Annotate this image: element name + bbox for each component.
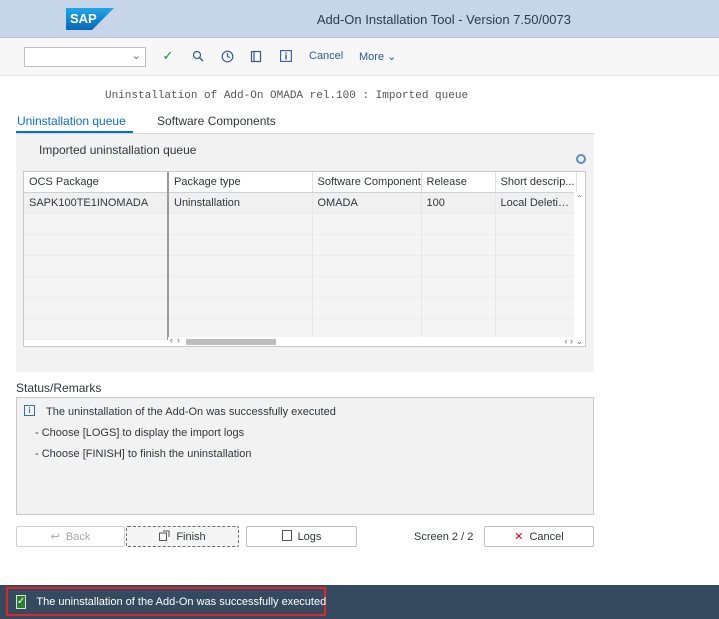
panel-title: Imported uninstallation queue — [39, 143, 197, 157]
info-icon: i — [24, 405, 35, 416]
more-menu-button[interactable]: More ⌄ — [359, 50, 396, 63]
more-menu-label: More — [359, 51, 385, 63]
cell-software-component: OMADA — [312, 192, 422, 214]
table-row — [24, 318, 577, 340]
scroll-up-icon[interactable]: ⌃ — [576, 194, 583, 203]
back-button[interactable]: ↩ Back — [16, 526, 125, 547]
command-field[interactable]: ⌄ — [24, 47, 146, 67]
column-header[interactable]: OCS Package — [24, 172, 169, 193]
column-header[interactable]: Release — [421, 172, 496, 193]
status-line: - Choose [LOGS] to display the import lo… — [35, 427, 245, 439]
scroll-left-icon[interactable]: ‹ — [170, 335, 173, 345]
finish-icon — [159, 530, 170, 544]
screen-indicator: Screen 2 / 2 — [414, 531, 474, 543]
scrollbar-thumb[interactable] — [186, 339, 276, 345]
cell-ocs-package: SAPK100TE1INOMADA — [24, 192, 169, 214]
sap-logo-text: SAP — [70, 11, 97, 26]
info-icon[interactable] — [278, 48, 294, 64]
chevron-down-icon: ⌄ — [387, 51, 397, 63]
status-box: i The uninstallation of the Add-On was s… — [16, 397, 594, 515]
table-row — [24, 297, 577, 319]
tab-uninstallation-queue[interactable]: Uninstallation queue — [17, 114, 126, 128]
table-row — [24, 234, 577, 256]
cell-package-type: Uninstallation — [168, 192, 313, 214]
scroll-down-icon[interactable]: ⌄ — [576, 337, 583, 346]
table-row — [24, 276, 577, 298]
cancel-button-label: Cancel — [529, 530, 564, 543]
title-bar: SAP Add-On Installation Tool - Version 7… — [0, 0, 719, 38]
status-line: - Choose [FINISH] to finish the uninstal… — [35, 448, 252, 460]
scroll-right-icon[interactable]: › — [177, 335, 180, 345]
clock-icon[interactable] — [219, 48, 235, 64]
success-check-icon: ✓ — [16, 594, 27, 609]
toolbar-cancel-button[interactable]: Cancel — [309, 50, 343, 62]
back-icon: ↩ — [50, 531, 60, 543]
checkmark-icon[interactable]: ✓ — [160, 48, 176, 64]
finish-button[interactable]: Finish — [126, 526, 239, 547]
horizontal-scroll-arrows-icon[interactable]: ‹ › — [565, 336, 574, 346]
column-header[interactable]: Package type — [168, 172, 313, 193]
horizontal-scrollbar[interactable]: ‹ › — [168, 335, 576, 346]
gear-icon[interactable] — [576, 154, 586, 164]
cancel-button[interactable]: ✕ Cancel — [484, 526, 594, 547]
queue-panel: Imported uninstallation queue OCS Packag… — [16, 134, 594, 372]
logs-button[interactable]: Logs — [246, 526, 357, 547]
finish-button-label: Finish — [176, 530, 206, 543]
vertical-scrollbar[interactable]: ⌃ ⌄ — [574, 192, 585, 346]
tab-software-components[interactable]: Software Components — [157, 114, 276, 128]
queue-table: OCS Package Package type Software Compon… — [23, 171, 586, 347]
close-icon: ✕ — [514, 531, 524, 543]
status-line: The uninstallation of the Add-On was suc… — [46, 406, 336, 418]
window-title: Add-On Installation Tool - Version 7.50/… — [316, 12, 571, 27]
zoom-icon[interactable] — [190, 48, 206, 64]
page-title: Uninstallation of Add-On OMADA rel.100 :… — [105, 90, 469, 102]
table-header-row: OCS Package Package type Software Compon… — [24, 172, 577, 193]
back-button-label: Back — [65, 530, 91, 543]
document-icon — [281, 529, 292, 544]
book-icon[interactable] — [248, 48, 264, 64]
status-remarks-label: Status/Remarks — [16, 381, 102, 395]
chevron-down-icon[interactable]: ⌄ — [132, 49, 141, 62]
column-header[interactable]: Short descrip... — [495, 172, 577, 193]
success-message[interactable]: ✓ The uninstallation of the Add-On was s… — [6, 587, 326, 616]
table-row — [24, 213, 577, 235]
column-header[interactable]: Software Component — [312, 172, 422, 193]
toolbar: ⌄ ✓ Cancel More ⌄ — [0, 38, 719, 76]
cell-release: 100 — [421, 192, 496, 214]
logs-button-label: Logs — [297, 530, 322, 543]
table-row[interactable]: SAPK100TE1INOMADA Uninstallation OMADA 1… — [24, 192, 577, 214]
message-text: The uninstallation of the Add-On was suc… — [36, 595, 327, 608]
table-row — [24, 255, 577, 277]
cell-short-description: Local Deletio... — [495, 192, 577, 214]
